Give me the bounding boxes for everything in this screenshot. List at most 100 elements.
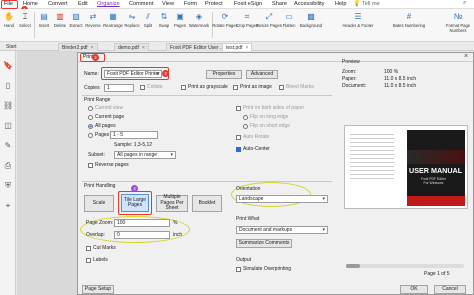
current-view-radio[interactable] — [88, 106, 93, 111]
document-view-area — [17, 51, 77, 295]
background-button[interactable]: ▩ Background — [300, 10, 322, 40]
menu-edit[interactable]: Edit — [78, 1, 88, 7]
swap-button[interactable]: ⇅ Swap — [156, 10, 172, 40]
tile-large-pages-button[interactable]: Tile Large Pages — [121, 194, 149, 212]
copies-input[interactable]: 1 — [104, 84, 134, 92]
bookmark-icon[interactable]: 🔖 — [3, 61, 13, 71]
destinations-icon[interactable]: ⌖ — [3, 201, 13, 211]
left-navigation-panel: 🔖 ▯ ⛓ ◫ ✎ ⎙ ⛨ ⌖ — [0, 51, 16, 295]
bates-numbering-button[interactable]: # Bates Numbering — [393, 10, 425, 40]
bleed-marks-label: Bleed Marks — [286, 84, 314, 90]
page-thumbnails-icon[interactable]: ▯ — [3, 81, 13, 91]
tab-binder2[interactable]: Binder2.pdf × — [58, 43, 98, 51]
replace-button[interactable]: ⇋ Replace — [124, 10, 140, 40]
cut-marks-checkbox[interactable] — [86, 246, 91, 251]
tab-test[interactable]: test.pdf × — [222, 43, 253, 51]
layers-icon[interactable]: ◫ — [3, 121, 13, 131]
menu-accessibility[interactable]: Accessibility — [294, 1, 324, 7]
copies-value: 1 — [107, 85, 110, 91]
page-setup-button[interactable]: Page Setup — [82, 285, 114, 294]
printer-select[interactable]: Foxit PDF Editor Printer — [104, 70, 162, 78]
menu-convert[interactable]: Convert — [48, 1, 68, 7]
properties-button[interactable]: Properties — [206, 70, 242, 79]
resize-pages-button[interactable]: ⤢ Resize Pages — [256, 10, 282, 40]
rearrange-button[interactable]: ▦ Rearrange — [102, 10, 124, 40]
split-button[interactable]: ⫽ Split — [140, 10, 156, 40]
menu-form[interactable]: Form — [184, 1, 197, 7]
menu-protect[interactable]: Protect — [205, 1, 223, 7]
tab-start[interactable]: Start — [3, 43, 20, 51]
both-sides-checkbox[interactable] — [236, 106, 241, 111]
menu-help[interactable]: Help — [335, 1, 347, 7]
close-icon[interactable]: × — [91, 45, 94, 51]
collate-checkbox[interactable] — [140, 85, 145, 90]
search-icon[interactable]: ⌕ — [463, 0, 466, 7]
callout-number-4: 4 — [131, 185, 138, 192]
rearrange-pages-icon: ▦ — [109, 12, 117, 21]
summarize-comments-button[interactable]: Summarize Comments — [236, 239, 292, 248]
auto-rotate-checkbox[interactable] — [236, 135, 241, 140]
tell-me-search[interactable]: Tell me — [362, 1, 380, 7]
scale-button[interactable]: Scale — [84, 195, 114, 212]
close-icon[interactable]: × — [142, 45, 145, 51]
format-page-numbers-button[interactable]: № Format Page Numbers — [444, 10, 472, 40]
grayscale-checkbox[interactable] — [181, 85, 186, 90]
flatten-button[interactable]: ▭ Flatten — [281, 10, 297, 40]
reverse-button[interactable]: ⇄ Reverse — [85, 10, 101, 40]
bleed-marks-checkbox[interactable] — [279, 85, 284, 90]
select-tool-button[interactable]: ⌶ Select — [17, 10, 33, 40]
pages-radio[interactable] — [88, 133, 93, 138]
flip-long-edge-radio[interactable] — [243, 115, 248, 120]
menu-organize[interactable]: Organize — [97, 1, 120, 7]
pages-range-input[interactable]: 1 - 5 — [110, 131, 158, 139]
preview-scrollbar-thumb[interactable] — [346, 264, 360, 268]
comments-icon[interactable]: ✎ — [3, 141, 13, 151]
preview-page: USER MANUAL Foxit PDF Editor For Windows — [344, 125, 468, 209]
tool-label: Rotate Pages — [212, 23, 238, 28]
orientation-select[interactable]: Landscape — [236, 195, 328, 203]
pages-button[interactable]: ▣ Pages — [172, 10, 188, 40]
hand-tool-button[interactable]: ✋ Hand — [1, 10, 17, 40]
ok-button[interactable]: OK — [400, 285, 428, 294]
cancel-button[interactable]: Cancel — [434, 285, 466, 294]
menu-share[interactable]: Share — [272, 1, 287, 7]
simulate-overprinting-checkbox[interactable] — [236, 267, 241, 272]
security-icon[interactable]: ⛨ — [3, 181, 13, 191]
delete-button[interactable]: ▥ Delete — [52, 10, 68, 40]
subset-select[interactable]: All pages in range — [114, 151, 176, 159]
header-footer-button[interactable]: ☰ Header & Footer — [343, 10, 374, 40]
auto-center-checkbox[interactable] — [236, 147, 241, 152]
print-what-select[interactable]: Document and markups — [236, 226, 328, 234]
flip-short-edge-radio[interactable] — [243, 124, 248, 129]
rotate-pages-button[interactable]: ⟳ Rotate Pages — [212, 10, 238, 40]
select-icon: ⌶ — [22, 12, 28, 21]
insert-button[interactable]: ▤ Insert — [36, 10, 52, 40]
menu-comment[interactable]: Comment — [129, 1, 153, 7]
preview-scrollbar[interactable] — [346, 264, 464, 268]
all-pages-radio[interactable] — [88, 124, 93, 129]
multiple-pages-button[interactable]: Multiple Pages Per Sheet — [156, 195, 188, 212]
menu-view[interactable]: View — [162, 1, 174, 7]
current-page-radio[interactable] — [88, 115, 93, 120]
reverse-pages-checkbox[interactable] — [88, 163, 93, 168]
close-icon[interactable]: × — [464, 53, 468, 60]
crop-pages-button[interactable]: ⌗ Crop Pages — [236, 10, 258, 40]
advanced-button[interactable]: Advanced — [246, 70, 278, 79]
watermark-button[interactable]: ◈ Watermark — [188, 10, 210, 40]
print-image-checkbox[interactable] — [233, 85, 238, 90]
booklet-button[interactable]: Booklet — [192, 195, 222, 212]
collate-label: Collate — [147, 84, 163, 90]
overlap-input[interactable]: 0 — [114, 231, 170, 239]
link-icon[interactable]: ⛓ — [3, 101, 13, 111]
overlap-value: 0 — [117, 232, 120, 238]
manual-subtitle: Foxit PDF Editor For Windows — [421, 177, 446, 185]
close-icon[interactable]: × — [245, 45, 248, 51]
ribbon-separator — [34, 12, 35, 38]
menu-foxit-esign[interactable]: Foxit eSign — [234, 1, 262, 7]
extract-button[interactable]: ▧ Extract — [68, 10, 84, 40]
page-zoom-input[interactable]: 100 — [114, 219, 170, 227]
labels-checkbox[interactable] — [86, 258, 91, 263]
attachment-icon[interactable]: ⎙ — [3, 161, 13, 171]
tab-demo[interactable]: demo.pdf × — [114, 43, 149, 51]
menu-file[interactable]: File — [4, 1, 13, 7]
